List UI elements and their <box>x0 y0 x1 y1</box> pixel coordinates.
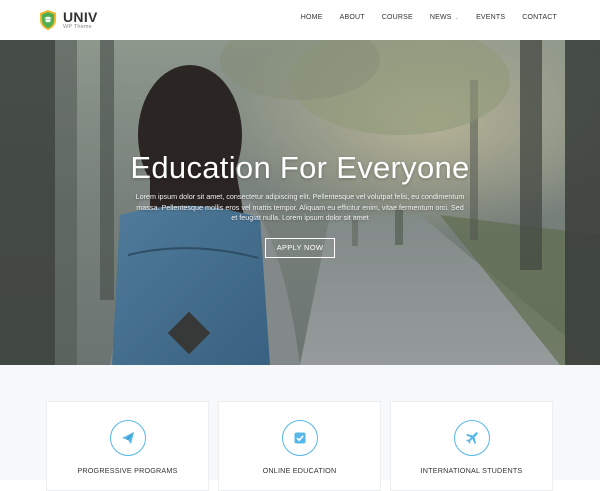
feature-icon-circle <box>454 420 490 456</box>
nav-home-label: HOME <box>300 14 323 21</box>
nav-news[interactable]: NEWS ⌄ <box>430 14 459 21</box>
hero-title: Education For Everyone <box>130 150 470 185</box>
logo-text: UNIV WP Theme <box>63 10 98 31</box>
hero-content: Education For Everyone Lorem ipsum dolor… <box>0 40 600 365</box>
nav-events-label: EVENTS <box>476 14 506 21</box>
feature-card-online-education[interactable]: ONLINE EDUCATION <box>218 401 381 491</box>
nav-about-label: ABOUT <box>339 14 365 21</box>
logo-title: UNIV <box>63 8 98 25</box>
airplane-icon <box>466 432 478 444</box>
feature-icon-circle <box>282 420 318 456</box>
nav-home[interactable]: HOME <box>301 14 323 21</box>
feature-label: ONLINE EDUCATION <box>262 466 337 475</box>
nav-about[interactable]: ABOUT <box>340 14 365 21</box>
site-header: UNIV WP Theme HOME ABOUT COURSE NEWS ⌄ EV… <box>0 0 600 40</box>
logo-subtitle: WP Theme <box>63 23 92 30</box>
shield-logo-icon <box>40 10 56 30</box>
feature-label: INTERNATIONAL STUDENTS <box>420 466 523 475</box>
checkbox-icon <box>294 432 306 444</box>
paper-plane-icon <box>122 432 134 444</box>
nav-course-label: COURSE <box>381 14 413 21</box>
nav-contact-label: CONTACT <box>522 14 557 21</box>
feature-label: PROGRESSIVE PROGRAMS <box>77 466 178 475</box>
hero-description: Lorem ipsum dolor sit amet, consectetur … <box>135 192 465 222</box>
site-logo[interactable]: UNIV WP Theme <box>37 9 98 31</box>
chevron-down-icon: ⌄ <box>454 14 460 21</box>
nav-contact[interactable]: CONTACT <box>522 14 557 21</box>
feature-card-progressive-programs[interactable]: PROGRESSIVE PROGRAMS <box>46 401 209 491</box>
main-nav: HOME ABOUT COURSE NEWS ⌄ EVENTS CONTACT <box>301 14 557 21</box>
nav-course[interactable]: COURSE <box>382 14 413 21</box>
features-section: PROGRESSIVE PROGRAMS ONLINE EDUCATION IN… <box>0 365 600 491</box>
nav-events[interactable]: EVENTS <box>476 14 505 21</box>
feature-card-international-students[interactable]: INTERNATIONAL STUDENTS <box>390 401 553 491</box>
apply-now-button[interactable]: APPLY NOW <box>265 238 335 258</box>
hero-banner: Education For Everyone Lorem ipsum dolor… <box>0 40 600 365</box>
feature-icon-circle <box>110 420 146 456</box>
nav-news-label: NEWS <box>429 14 452 21</box>
